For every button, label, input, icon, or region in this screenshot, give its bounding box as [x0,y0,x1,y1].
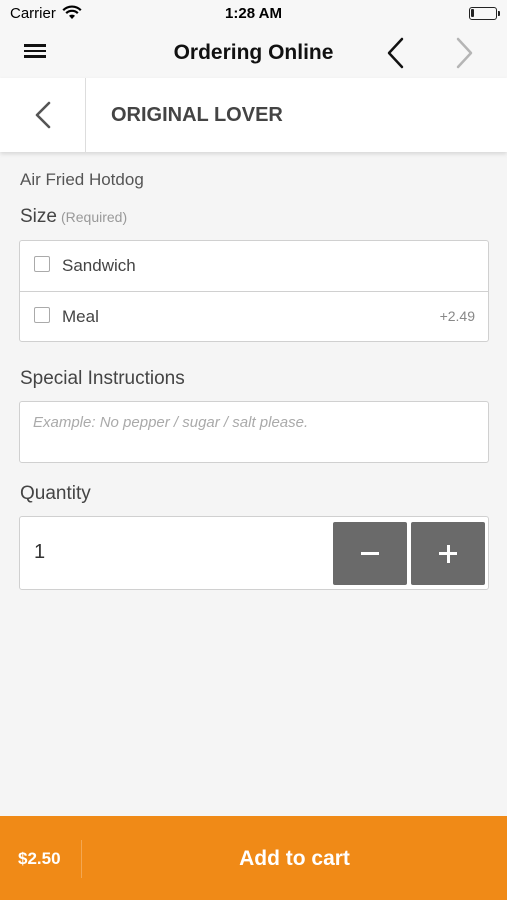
quantity-stepper: 1 [19,516,489,590]
increase-quantity-button[interactable] [411,522,485,585]
size-option-meal[interactable]: Meal +2.49 [20,291,488,341]
item-description: Air Fried Hotdog [20,170,144,189]
battery-icon [469,7,500,20]
size-option-sandwich[interactable]: Sandwich [20,241,488,291]
total-price: $2.50 [18,849,61,868]
size-label-text: Size [20,206,57,227]
required-hint: (Required) [60,209,128,225]
back-button[interactable] [0,78,86,152]
checkbox[interactable] [34,256,50,272]
item-title: ORIGINAL LOVER [111,104,283,126]
status-time: 1:28 AM [225,5,282,22]
checkbox[interactable] [34,307,50,323]
quantity-label: Quantity [20,483,91,504]
navigation-bar: Ordering Online [0,28,507,78]
option-label: Meal [62,307,99,326]
minus-icon [361,552,379,555]
chevron-left-icon[interactable] [378,34,414,72]
add-to-cart-button[interactable]: Add to cart [82,816,507,900]
size-options: Sandwich Meal +2.49 [19,240,489,342]
option-label: Sandwich [62,256,136,275]
status-bar: Carrier 1:28 AM [0,0,507,28]
cart-footer: $2.50 Add to cart [0,816,507,900]
special-instructions-input[interactable] [19,401,489,463]
back-chevron-icon [35,101,51,129]
item-header: ORIGINAL LOVER [0,78,507,152]
quantity-value[interactable]: 1 [34,541,45,564]
option-price: +2.49 [439,308,475,324]
chevron-right-icon[interactable] [446,34,482,72]
special-instructions-label: Special Instructions [20,368,185,389]
page-title: Ordering Online [173,41,334,64]
decrease-quantity-button[interactable] [333,522,407,585]
add-to-cart-label: Add to cart [239,847,350,870]
size-label: Size (Required) [20,206,127,228]
